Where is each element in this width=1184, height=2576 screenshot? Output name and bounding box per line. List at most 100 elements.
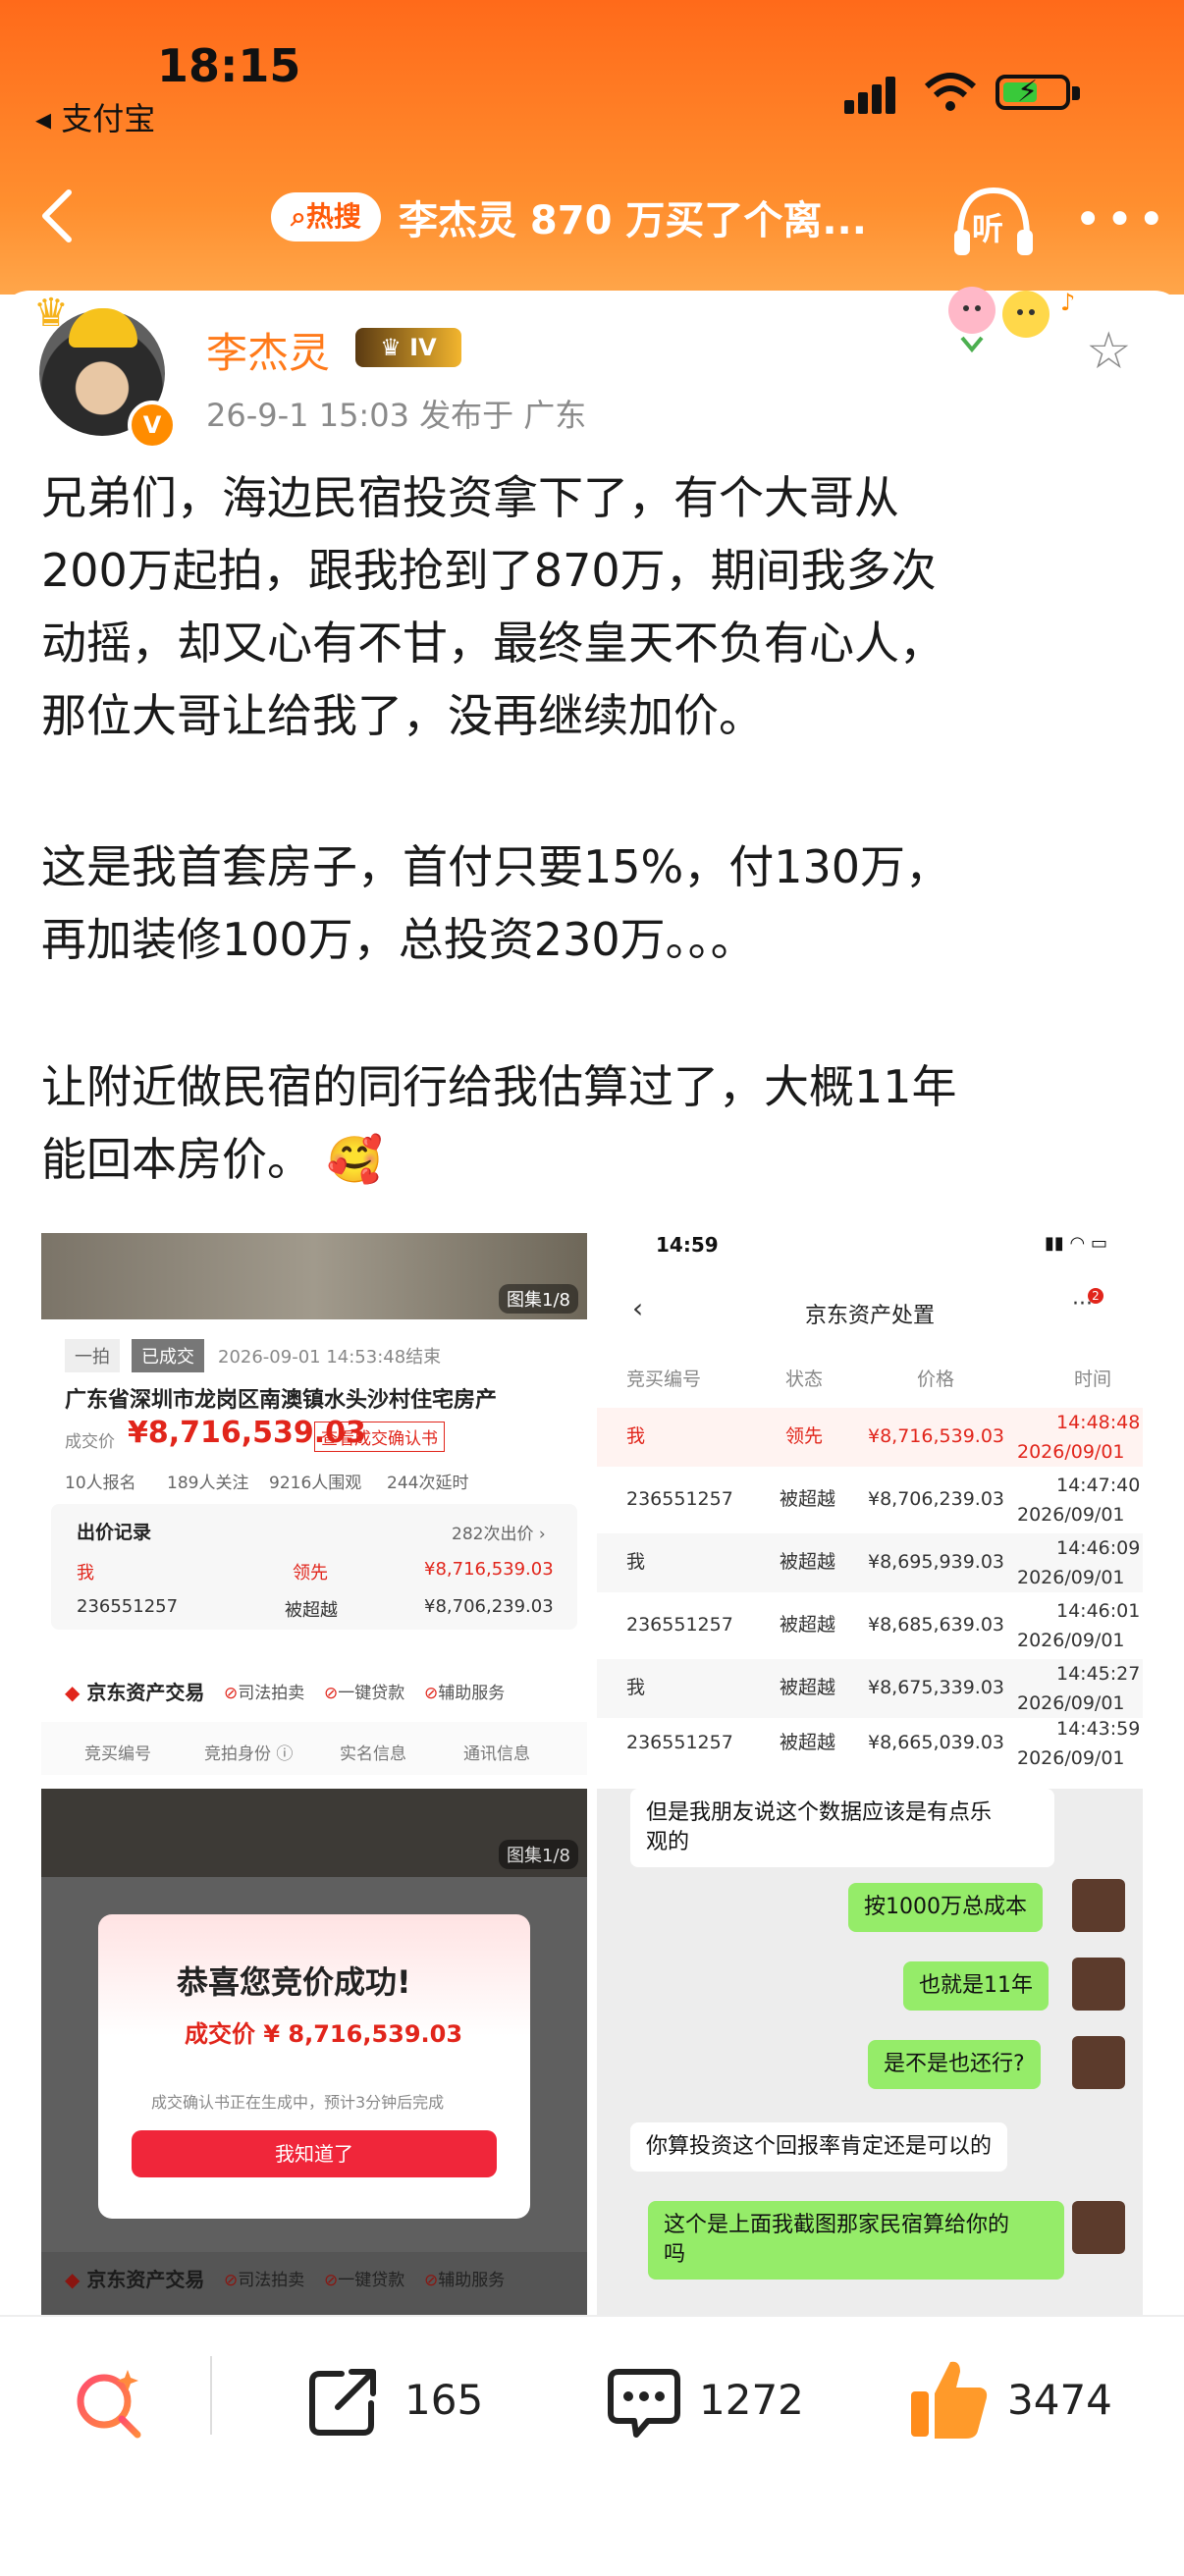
status-time: 18:15 (157, 39, 301, 92)
post-meta: 26-9-1 15:03 发布于 广东 (206, 397, 587, 434)
post-text-line: 这是我首套房子，首付只要15%，付130万， (41, 840, 951, 893)
feature-item: ⊘一键贷款 (324, 1684, 405, 1703)
stat-item: 9216人围观 (269, 1474, 362, 1493)
post-text-line: 让附近做民宿的同行给我估算过了，大概11年 (41, 1060, 957, 1113)
stat-item: 244次延时 (387, 1474, 469, 1493)
image-auction-detail[interactable]: 图集1/8 一拍 已成交 2026-09-01 14:53:48结束 广东省深圳… (41, 1233, 587, 1775)
share-button[interactable]: 165 (304, 2356, 560, 2444)
table-row: 我被超越 ¥8,675,339.03 14:45:27 2026/09/01 (597, 1659, 1143, 1718)
battery-cap (1072, 86, 1080, 100)
decoration-sticker-icon: ♪ (948, 287, 1075, 353)
post-text-line: 兄弟们，海边民宿投资拿下了，有个大哥从 (41, 471, 899, 524)
table-row: 236551257 被超越 ¥8,706,239.03 14:47:40 2026/09… (626, 1475, 1141, 1526)
comment-button[interactable]: 1272 (605, 2356, 860, 2444)
page-title: 李杰灵 870 万买了个离... (399, 198, 867, 243)
table-row: 我被超越 ¥8,695,939.03 14:46:09 2026/09/01 (597, 1533, 1143, 1592)
chat-avatar (1072, 1958, 1125, 2011)
feature-item: ⊘司法拍卖 (224, 2271, 305, 2290)
column-header: 竞买编号 (626, 1368, 702, 1390)
column-header: 时间 (1074, 1368, 1112, 1390)
jd-brand: ◆ 京东资产交易 (65, 2268, 205, 2291)
share-count: 165 (404, 2376, 484, 2424)
chat-avatar (1072, 2036, 1125, 2089)
hot-search-badge: ⌕热搜 (271, 192, 381, 242)
tab-contact[interactable]: 通讯信息 (463, 1740, 530, 1764)
listen-label: 听 (972, 210, 1004, 247)
chat-received: 你算投资这个回报率肯定还是可以的 (630, 2122, 1008, 2172)
price-label: 成交价 (65, 1432, 115, 1452)
modal-ok-button[interactable]: 我知道了 (132, 2130, 497, 2177)
tab-bid-number[interactable]: 竞买编号 (84, 1740, 151, 1764)
chat-avatar (1072, 1879, 1125, 1932)
chat-sent: 按1000万总成本 (848, 1883, 1043, 1932)
gallery-counter: 图集1/8 (499, 1840, 578, 1869)
like-count: 3474 (1007, 2376, 1112, 2424)
round-tag: 一拍 (65, 1339, 120, 1372)
modal-price: 成交价 ¥ 8,716,539.03 (185, 2020, 463, 2048)
chat-sent: 这个是上面我截图那家民宿算给你的吗 (648, 2201, 1064, 2280)
wifi-icon (924, 73, 977, 111)
battery-icon: ⚡ (996, 75, 1070, 110)
modal-note: 成交确认书正在生成中，预计3分钟后完成 (151, 2093, 445, 2112)
tab-real-name[interactable]: 实名信息 (340, 1740, 406, 1764)
stat-item: 189人关注 (167, 1474, 249, 1493)
notification-badge: 2 (1088, 1288, 1103, 1304)
confirm-link[interactable]: 查看成交确认书 (314, 1422, 445, 1452)
table-row: 236551257 被超越 ¥8,665,039.03 14:43:59 2026/09… (626, 1718, 1141, 1769)
chat-sent: 是不是也还行? (868, 2040, 1041, 2089)
feature-item: ⊘辅助服务 (424, 2271, 506, 2290)
comment-icon (608, 2369, 680, 2438)
like-button[interactable]: 3474 (907, 2352, 1162, 2446)
post-text-line: 那位大哥让给我了，没再继续加价。 (41, 689, 764, 742)
bid-count-link[interactable]: 282次出价 › (452, 1520, 546, 1544)
column-header: 状态 (785, 1368, 824, 1390)
bid-record-title: 出价记录 (77, 1522, 152, 1543)
post-text-line: 200万起拍，跟我抢到了870万，期间我多次 (41, 544, 937, 597)
shot-status-time: 14:59 (656, 1233, 719, 1257)
listen-button[interactable]: 听 (950, 183, 1037, 261)
bid-status: 被超越 (285, 1600, 338, 1621)
level-badge: ♛ IV (355, 328, 461, 367)
ai-search-icon[interactable] (69, 2360, 151, 2442)
thumbs-up-icon (911, 2361, 988, 2439)
comment-count: 1272 (699, 2376, 804, 2424)
ended-time: 2026-09-01 14:53:48结束 (218, 1347, 442, 1368)
image-bid-history[interactable]: 14:59 ▮▮ ◠ ▭ ‹ 京东资产处置 ··· 2 竞买编号 状态 价格 时… (597, 1233, 1143, 1775)
emoji: 🥰 (326, 1133, 383, 1186)
shot-back-icon[interactable]: ‹ (632, 1292, 643, 1324)
gallery-counter: 图集1/8 (499, 1284, 578, 1314)
feature-item: ⊘辅助服务 (424, 1684, 506, 1703)
image-auction-success[interactable]: 图集1/8 恭喜您竞价成功! 成交价 ¥ 8,716,539.03 成交确认书正… (41, 1789, 587, 2319)
bid-price: ¥8,716,539.03 (424, 1559, 554, 1580)
feature-item: ⊘司法拍卖 (224, 1684, 305, 1703)
column-header: 价格 (917, 1368, 955, 1390)
bid-bidder: 我 (77, 1563, 94, 1583)
image-chat[interactable]: 但是我朋友说这个数据应该是有点乐 观的 按1000万总成本 也就是11年 是不是也… (597, 1789, 1143, 2319)
jd-brand: ◆ 京东资产交易 (65, 1681, 205, 1704)
chat-avatar (1072, 2201, 1125, 2254)
closed-tag: 已成交 (132, 1339, 204, 1372)
back-to-app-link[interactable]: ◂ 支付宝 (35, 94, 155, 139)
bid-status: 领先 (293, 1563, 328, 1583)
shot-title: 京东资产处置 (805, 1304, 936, 1328)
bid-price: ¥8,706,239.03 (424, 1596, 554, 1617)
crown-icon: ♛ (33, 291, 69, 336)
table-row: 我领先 ¥8,716,539.03 14:48:48 2026/09/01 (597, 1408, 1143, 1467)
more-options-button[interactable]: ••• (1074, 196, 1169, 243)
back-arrow-icon[interactable] (29, 177, 88, 255)
shot-status-icons: ▮▮ ◠ ▭ (1045, 1233, 1107, 1254)
modal-title: 恭喜您竞价成功! (177, 1963, 411, 2001)
cellular-signal-icon (844, 71, 903, 114)
tab-bid-identity[interactable]: 竞拍身份 ⓘ (204, 1740, 293, 1764)
stat-item: 10人报名 (65, 1474, 136, 1493)
table-row: 236551257 被超越 ¥8,685,639.03 14:46:01 2026/09… (626, 1600, 1141, 1651)
favorite-star-icon[interactable]: ☆ (1086, 322, 1132, 381)
feature-item: ⊘一键贷款 (324, 2271, 405, 2290)
svg-text:♪: ♪ (1060, 289, 1075, 316)
verified-badge: V (128, 401, 177, 450)
share-icon (309, 2369, 376, 2436)
post-text-line: 能回本房价。 🥰 (41, 1133, 383, 1186)
bid-bidder: 236551257 (77, 1596, 179, 1617)
chat-received: 但是我朋友说这个数据应该是有点乐 观的 (630, 1789, 1054, 1867)
author-name[interactable]: 李杰灵 (206, 320, 330, 380)
